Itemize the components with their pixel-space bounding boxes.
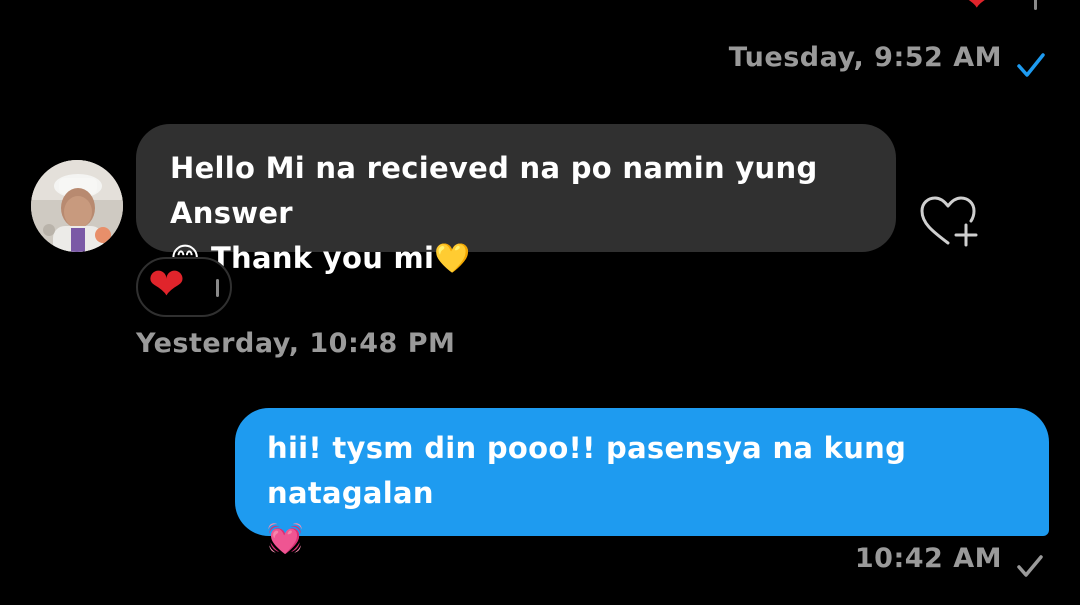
timestamp-tuesday: Tuesday, 9:52 AM	[728, 42, 1002, 73]
timestamp-yesterday: Yesterday, 10:48 PM	[136, 328, 456, 359]
incoming-message-bubble[interactable]: Hello Mi na recieved na po namin yung An…	[136, 124, 896, 275]
incoming-message-line2-text: Thank you mi	[200, 241, 435, 275]
blue-check-icon	[1017, 53, 1045, 77]
yellow-heart-emoji: 💛	[434, 241, 471, 275]
avatar-image	[31, 160, 123, 252]
outgoing-message-line1: hii! tysm din pooo!! pasensya na kung na…	[267, 431, 907, 510]
contact-avatar[interactable]	[31, 160, 123, 252]
chat-screen: ❤ Tuesday, 9:52 AM Hello Mi na recieved …	[0, 0, 1080, 605]
outgoing-message-timestamp: 10:42 AM	[854, 543, 1002, 574]
reaction-count-indicator	[216, 279, 219, 297]
message-reaction-pill[interactable]: ❤	[136, 257, 232, 317]
incoming-message-line2: 😊 Thank you mi💛	[170, 236, 862, 281]
heart-reaction-icon[interactable]: ❤	[960, 0, 994, 18]
incoming-message-line1: Hello Mi na recieved na po namin yung An…	[170, 151, 818, 230]
heart-plus-icon[interactable]	[918, 195, 978, 249]
reaction-count-indicator	[1034, 0, 1037, 10]
heart-reaction-icon: ❤	[148, 259, 185, 310]
outgoing-message-bubble[interactable]: hii! tysm din pooo!! pasensya na kung na…	[235, 408, 1049, 555]
gray-check-icon	[1017, 555, 1043, 577]
